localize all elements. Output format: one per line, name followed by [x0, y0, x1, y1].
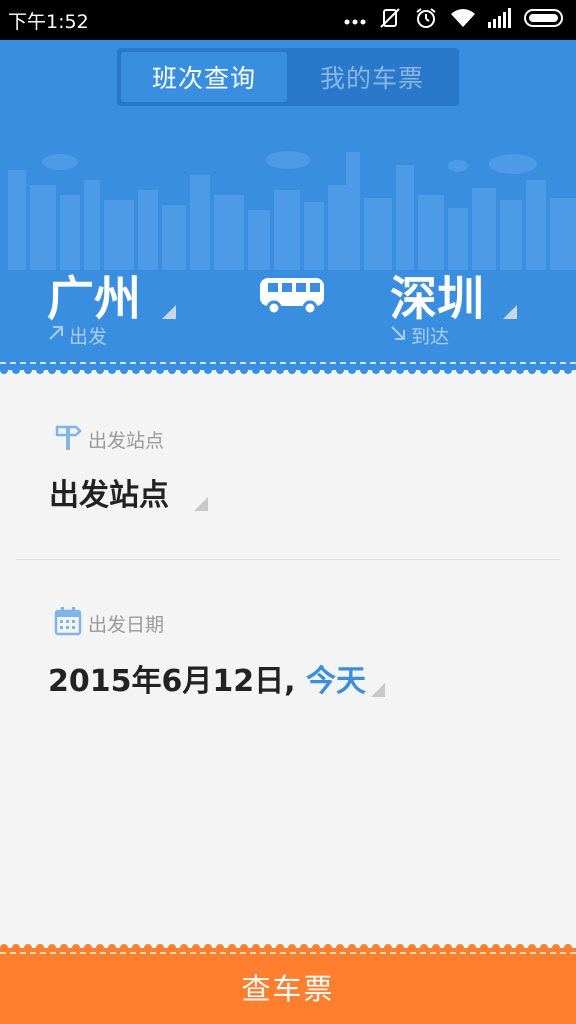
search-tickets-button[interactable]: 查车票: [0, 944, 576, 1024]
more-dots-icon: [344, 11, 366, 30]
date-relative: 今天: [305, 664, 366, 699]
station-field-label: 出发站点: [54, 422, 164, 457]
arrival-dropdown-indicator: [503, 305, 517, 319]
status-time: 下午1:52: [8, 11, 89, 33]
tab-my-tickets[interactable]: 我的车票: [289, 52, 455, 102]
departure-label: 出发: [69, 326, 108, 348]
calendar-icon: [54, 606, 82, 641]
wifi-icon: [450, 7, 476, 33]
arrival-label: 到达: [411, 326, 450, 348]
header-scallop-edge: [0, 366, 576, 374]
status-icons: [344, 7, 566, 33]
date-label-text: 出发日期: [88, 614, 165, 636]
arrow-down-right-icon: [389, 324, 407, 347]
tab-segment-control: 班次查询 我的车票: [117, 48, 459, 106]
signpost-icon: [54, 422, 82, 457]
station-label-text: 出发站点: [88, 430, 165, 452]
battery-icon: [524, 8, 566, 32]
arrival-city[interactable]: 深圳: [390, 260, 484, 329]
button-dashed-line: [0, 952, 576, 954]
field-divider: [16, 559, 560, 560]
station-select[interactable]: 出发站点: [49, 470, 169, 514]
city-skyline-illustration: [8, 151, 576, 270]
vibrate-mute-icon: [378, 6, 402, 34]
route-header: 班次查询 我的车票 广州 出发 深圳 到达: [0, 40, 576, 370]
arrival-sub: 到达: [389, 322, 449, 349]
tab-schedule-search[interactable]: 班次查询: [121, 52, 287, 102]
arrow-up-right-icon: [47, 324, 65, 347]
date-field-label: 出发日期: [54, 606, 164, 641]
bus-icon: [258, 274, 330, 320]
departure-dropdown-indicator: [162, 305, 176, 319]
header-dashed-divider: [0, 362, 576, 364]
station-dropdown-indicator: [194, 497, 208, 511]
signal-icon: [488, 8, 512, 32]
alarm-icon: [414, 6, 438, 34]
date-dropdown-indicator: [371, 683, 385, 697]
status-bar: 下午1:52: [0, 0, 576, 40]
date-select[interactable]: 2015年6月12日, 今天: [48, 656, 366, 700]
search-tickets-label: 查车票: [241, 972, 335, 1006]
button-scallop-edge: [0, 944, 576, 952]
departure-city[interactable]: 广州: [47, 260, 141, 329]
date-value: 2015年6月12日,: [48, 664, 296, 699]
departure-sub: 出发: [47, 322, 107, 349]
